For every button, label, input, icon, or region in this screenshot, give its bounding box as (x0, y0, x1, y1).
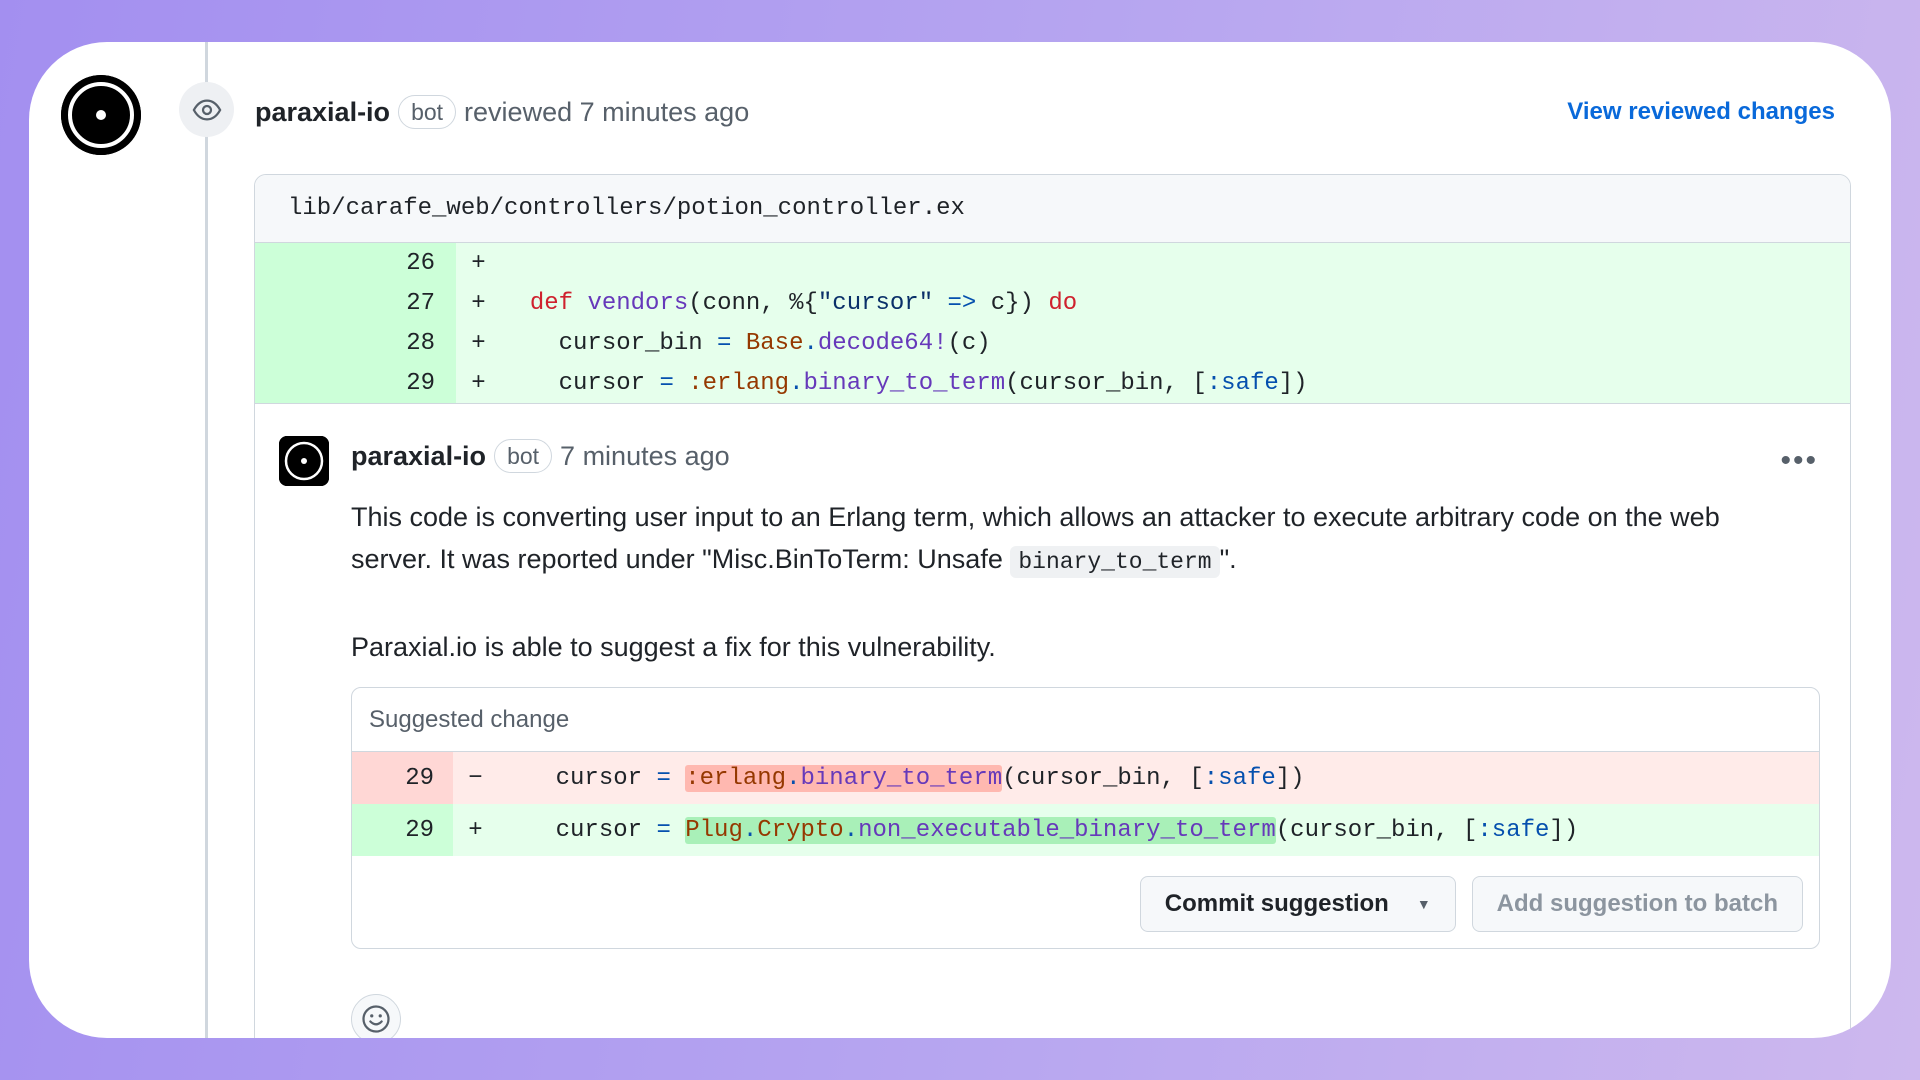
line-number[interactable]: 27 (255, 283, 456, 323)
smiley-icon (362, 1005, 390, 1033)
diff-sign: − (468, 764, 483, 792)
diff-sign: + (471, 329, 486, 357)
line-number: 29 (352, 804, 453, 856)
line-number: 29 (352, 752, 453, 804)
review-author[interactable]: paraxial-io (255, 97, 390, 128)
paraxial-avatar[interactable] (61, 75, 141, 155)
paraxial-logo-icon (61, 75, 141, 155)
inline-code: binary_to_term (1010, 546, 1220, 578)
bot-badge: bot (494, 439, 553, 473)
file-path[interactable]: lib/carafe_web/controllers/potion_contro… (255, 175, 1850, 243)
diff-sign: + (471, 249, 486, 277)
code-line: cursor = :erlang.binary_to_term(cursor_b… (501, 369, 1308, 397)
comment-paragraph-1: This code is converting user input to an… (351, 496, 1771, 583)
add-suggestion-to-batch-button[interactable]: Add suggestion to batch (1471, 876, 1803, 932)
comment-header: paraxial-io bot 7 minutes ago (351, 439, 730, 473)
bot-badge: bot (398, 95, 457, 129)
diff-line: 28 + cursor_bin = Base.decode64!(c) (255, 323, 1850, 363)
review-thread: lib/carafe_web/controllers/potion_contro… (254, 174, 1851, 1038)
suggestion-added-line: 29 + cursor = Plug.Crypto.non_executable… (352, 804, 1819, 856)
paraxial-logo-icon (279, 436, 329, 486)
comment-avatar[interactable] (279, 436, 329, 486)
commit-suggestion-button[interactable]: Commit suggestion ▼ (1139, 876, 1456, 932)
diff-line: 26 + (255, 243, 1850, 283)
line-number[interactable]: 26 (255, 243, 456, 283)
suggestion-deleted-line: 29 − cursor = :erlang.binary_to_term(cur… (352, 752, 1819, 804)
diff-sign: + (471, 369, 486, 397)
suggested-change-box: Suggested change 29 − cursor = :erlang.b… (351, 687, 1820, 949)
code-line: cursor_bin = Base.decode64!(c) (501, 329, 991, 357)
line-number[interactable]: 28 (255, 323, 456, 363)
code-line: cursor = Plug.Crypto.non_executable_bina… (498, 816, 1579, 844)
suggestion-actions: Commit suggestion ▼ Add suggestion to ba… (1139, 876, 1803, 932)
triangle-down-icon: ▼ (1416, 896, 1431, 912)
comment-paragraph-2: Paraxial.io is able to suggest a fix for… (351, 632, 996, 662)
comment-text: ". (1219, 544, 1237, 574)
review-comment: paraxial-io bot 7 minutes ago ••• This c… (255, 403, 1850, 1038)
review-card: paraxial-io bot reviewed 7 minutes ago V… (29, 42, 1891, 1038)
timeline-line (205, 42, 208, 1038)
diff-sign: + (468, 816, 483, 844)
add-reaction-button[interactable] (351, 994, 401, 1038)
diff-line: 27 + def vendors(conn, %{"cursor" => c})… (255, 283, 1850, 323)
review-header: paraxial-io bot reviewed 7 minutes ago (255, 95, 749, 129)
diff-sign: + (471, 289, 486, 317)
comment-time[interactable]: 7 minutes ago (560, 441, 730, 472)
eye-icon (179, 82, 234, 137)
line-number[interactable]: 29 (255, 363, 456, 403)
diff-line: 29 + cursor = :erlang.binary_to_term(cur… (255, 363, 1850, 403)
kebab-horizontal-icon[interactable]: ••• (1780, 444, 1818, 478)
code-line: cursor = :erlang.binary_to_term(cursor_b… (498, 764, 1305, 792)
comment-author[interactable]: paraxial-io (351, 441, 486, 472)
code-line: def vendors(conn, %{"cursor" => c}) do (529, 289, 1078, 317)
suggested-change-title: Suggested change (352, 688, 1819, 752)
review-action: reviewed 7 minutes ago (464, 96, 750, 127)
view-reviewed-changes-link[interactable]: View reviewed changes (1567, 98, 1835, 126)
commit-suggestion-label: Commit suggestion (1164, 890, 1389, 917)
